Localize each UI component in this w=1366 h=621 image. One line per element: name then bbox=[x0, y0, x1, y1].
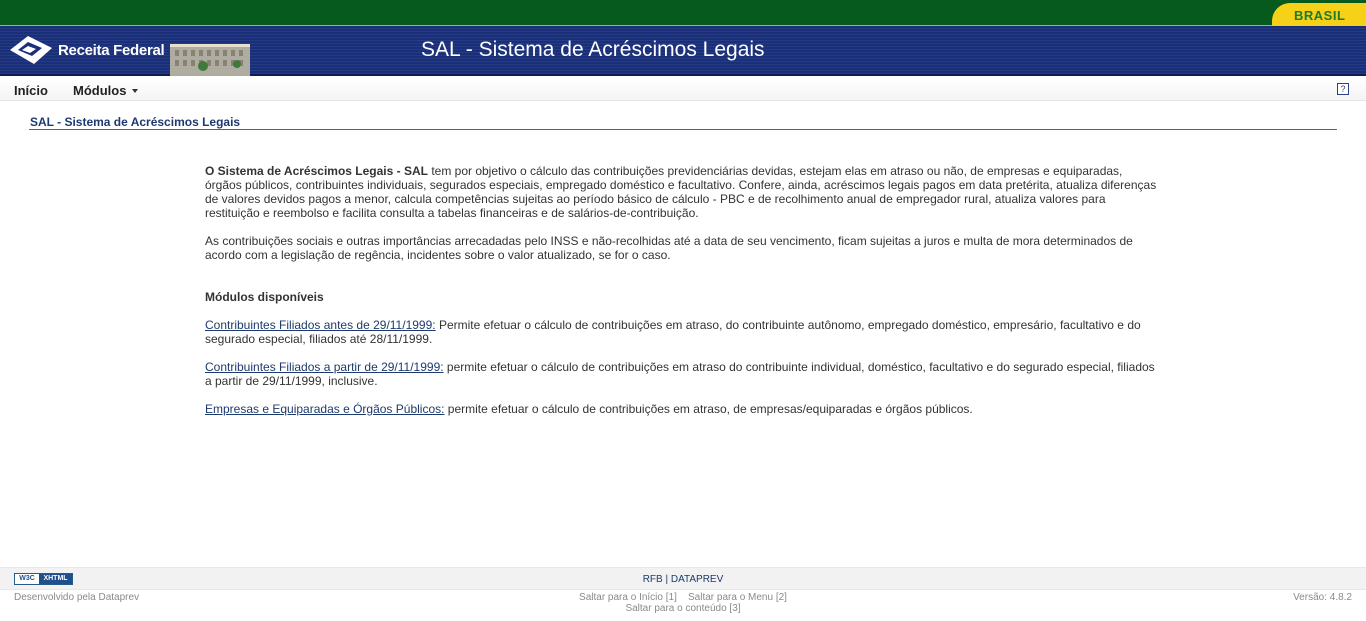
intro-bold: O Sistema de Acréscimos Legais - SAL bbox=[205, 164, 428, 178]
menu-item-inicio[interactable]: Início bbox=[14, 83, 48, 98]
modules-title: Módulos disponíveis bbox=[205, 290, 324, 304]
menu-item-modulos[interactable]: Módulos bbox=[73, 83, 139, 98]
chevron-down-icon bbox=[132, 88, 139, 93]
building-image-icon bbox=[170, 44, 250, 76]
footer-bar: W3C XHTML RFB | DATAPREV bbox=[0, 567, 1366, 590]
rfb-link[interactable]: RFB bbox=[643, 574, 663, 585]
module-desc: permite efetuar o cálculo de contribuiçõ… bbox=[444, 402, 973, 416]
brasil-link[interactable]: BRASIL bbox=[1272, 3, 1366, 26]
page-title: SAL - Sistema de Acréscimos Legais bbox=[30, 115, 241, 129]
receita-federal-logo-icon[interactable] bbox=[8, 34, 54, 66]
menu-modulos-label: Módulos bbox=[73, 83, 127, 98]
footer-links: RFB | DATAPREV bbox=[0, 574, 1366, 585]
footer-separator: | bbox=[662, 574, 671, 585]
skip-to-content-link[interactable]: Saltar para o conteúdo [3] bbox=[625, 603, 740, 614]
module-link-apos-1999[interactable]: Contribuintes Filiados a partir de 29/11… bbox=[205, 360, 444, 374]
skip-to-inicio-link[interactable]: Saltar para o Início [1] bbox=[579, 592, 677, 603]
module-link-empresas[interactable]: Empresas e Equiparadas e Órgãos Públicos… bbox=[205, 402, 444, 416]
brasil-label: BRASIL bbox=[1294, 8, 1346, 23]
module-link-antes-1999[interactable]: Contribuintes Filiados antes de 29/11/19… bbox=[205, 318, 436, 332]
module-item: Contribuintes Filiados a partir de 29/11… bbox=[205, 360, 1160, 388]
help-icon[interactable]: ? bbox=[1337, 83, 1349, 95]
module-item: Contribuintes Filiados antes de 29/11/19… bbox=[205, 318, 1160, 346]
main-content: O Sistema de Acréscimos Legais - SAL tem… bbox=[205, 164, 1160, 430]
site-header: Receita Federal SAL - Sistema de Acrésci… bbox=[0, 26, 1366, 76]
legal-paragraph: As contribuições sociais e outras import… bbox=[205, 234, 1133, 262]
menu-bar: Início Módulos ? bbox=[0, 78, 1366, 101]
app-title: SAL - Sistema de Acréscimos Legais bbox=[421, 38, 765, 61]
heading-divider bbox=[29, 129, 1337, 130]
dataprev-link[interactable]: DATAPREV bbox=[671, 574, 723, 585]
skip-to-menu-link[interactable]: Saltar para o Menu [2] bbox=[688, 592, 787, 603]
logo-text: Receita Federal bbox=[58, 42, 165, 59]
intro-paragraph: O Sistema de Acréscimos Legais - SAL tem… bbox=[205, 164, 1160, 220]
version-text: Versão: 4.8.2 bbox=[1293, 592, 1352, 603]
skip-links: Saltar para o Início [1] Saltar para o M… bbox=[0, 592, 1366, 614]
gov-bar: BRASIL bbox=[0, 0, 1366, 26]
module-item: Empresas e Equiparadas e Órgãos Públicos… bbox=[205, 402, 1160, 416]
